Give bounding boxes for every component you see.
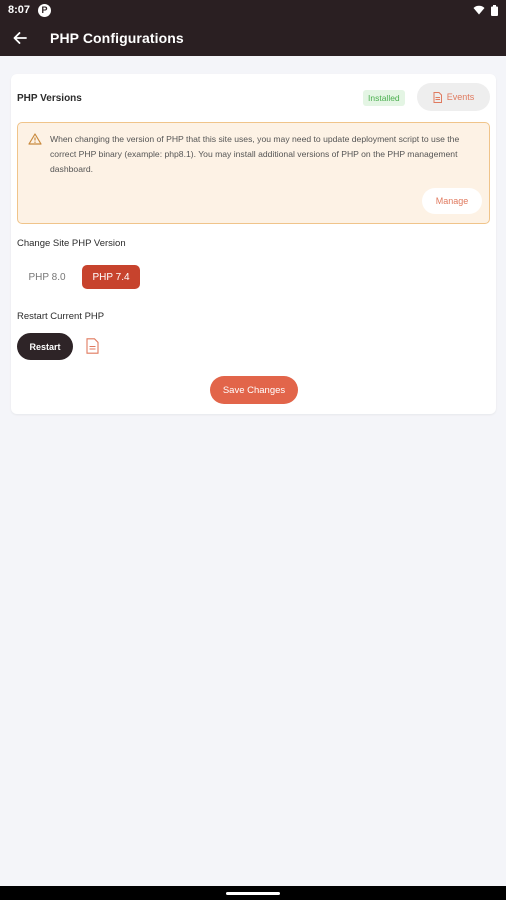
change-version-title: Change Site PHP Version	[17, 238, 126, 249]
wifi-icon	[473, 5, 485, 15]
status-time: 8:07	[8, 4, 31, 16]
page-title: PHP Configurations	[50, 30, 184, 46]
log-file-icon[interactable]	[86, 338, 99, 354]
php-7-4-option-selected[interactable]: PHP 7.4	[82, 265, 140, 289]
back-button[interactable]	[0, 20, 40, 56]
restart-title: Restart Current PHP	[17, 311, 105, 322]
document-icon	[433, 91, 442, 103]
battery-icon	[491, 4, 498, 16]
php-config-card: PHP Versions Installed Events When chang…	[11, 74, 496, 414]
home-handle[interactable]	[226, 892, 280, 895]
events-button[interactable]: Events	[417, 83, 490, 111]
app-notification-icon: P	[38, 3, 52, 17]
restart-button[interactable]: Restart	[17, 333, 73, 360]
php-8-0-option[interactable]: PHP 8.0	[17, 265, 77, 289]
notice-message: When changing the version of PHP that th…	[50, 134, 460, 174]
php-notice-box: When changing the version of PHP that th…	[17, 122, 490, 224]
php-versions-title: PHP Versions	[17, 93, 82, 104]
events-label: Events	[446, 92, 475, 102]
system-nav-bar	[0, 886, 506, 900]
app-bar: PHP Configurations	[0, 20, 506, 56]
save-changes-button[interactable]: Save Changes	[210, 376, 298, 404]
status-bar: 8:07 P	[0, 0, 506, 20]
manage-button[interactable]: Manage	[422, 188, 482, 214]
installed-badge: Installed	[363, 90, 405, 106]
status-icons	[473, 4, 498, 16]
warning-icon	[28, 133, 42, 145]
back-arrow-icon	[13, 32, 27, 44]
